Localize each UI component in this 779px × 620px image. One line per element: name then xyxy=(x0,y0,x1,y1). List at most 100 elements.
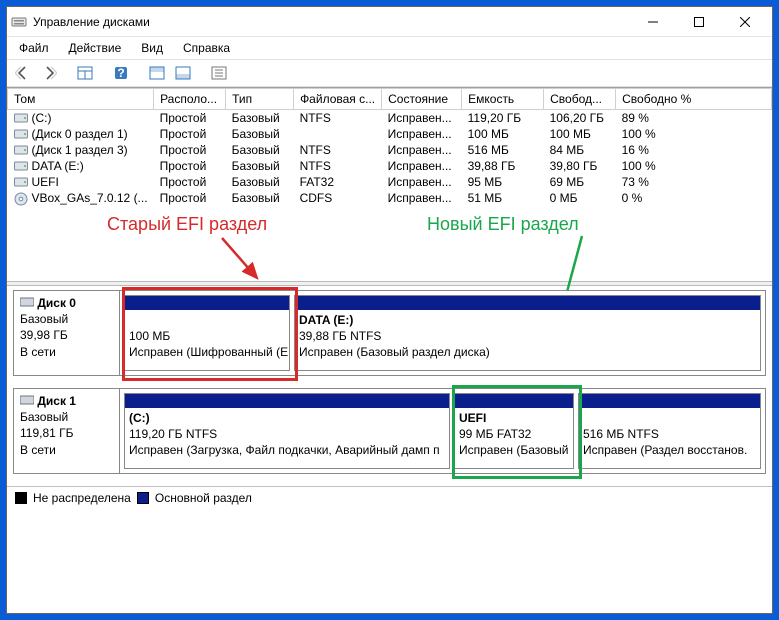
partition[interactable]: UEFI99 МБ FAT32Исправен (Базовый xyxy=(454,393,574,469)
col-status[interactable]: Состояние xyxy=(382,89,462,110)
cell-type: Базовый xyxy=(226,110,294,127)
cell-status: Исправен... xyxy=(382,126,462,142)
cell-status: Исправен... xyxy=(382,174,462,190)
cell-freepct: 73 % xyxy=(616,174,772,190)
volume-row[interactable]: UEFIПростойБазовыйFAT32Исправен...95 МБ6… xyxy=(8,174,772,190)
cell-capacity: 51 МБ xyxy=(462,190,544,206)
partition-size: 516 МБ NTFS xyxy=(583,427,659,441)
cell-capacity: 516 МБ xyxy=(462,142,544,158)
col-type[interactable]: Тип xyxy=(226,89,294,110)
volume-row[interactable]: (Диск 0 раздел 1) ПростойБазовый Исправен.… xyxy=(8,126,772,142)
cell-capacity: 95 МБ xyxy=(462,174,544,190)
partition-size: 39,88 ГБ NTFS xyxy=(299,329,381,343)
volume-name: DATA (E:) xyxy=(32,159,84,173)
volume-list[interactable]: Том Располо... Тип Файловая с... Состоян… xyxy=(7,87,772,206)
volume-row[interactable]: DATA (E:)ПростойБазовыйNTFSИсправен...39… xyxy=(8,158,772,174)
cell-capacity: 119,20 ГБ xyxy=(462,110,544,127)
view-button[interactable] xyxy=(73,62,97,84)
cell-type: Базовый xyxy=(226,126,294,142)
cell-freepct: 0 % xyxy=(616,190,772,206)
swatch-unallocated xyxy=(15,492,27,504)
partition-stripe xyxy=(125,296,289,310)
drive-icon xyxy=(14,128,28,140)
volume-name: (Диск 0 раздел 1) xyxy=(32,127,128,141)
maximize-button[interactable] xyxy=(676,7,722,37)
partition[interactable]: 516 МБ NTFS Исправен (Раздел восстанов. xyxy=(578,393,761,469)
annotation-new-efi: Новый EFI раздел xyxy=(427,214,579,235)
annotation-old-efi: Старый EFI раздел xyxy=(107,214,267,235)
disk-row: Диск 1Базовый119,81 ГБВ сети(C:)119,20 Г… xyxy=(13,388,766,474)
cell-layout: Простой xyxy=(154,190,226,206)
close-button[interactable] xyxy=(722,7,768,37)
volume-name: UEFI xyxy=(32,175,59,189)
forward-button[interactable] xyxy=(37,62,61,84)
col-free[interactable]: Свобод... xyxy=(544,89,616,110)
partition-status: Исправен (Загрузка, Файл подкачки, Авари… xyxy=(129,443,440,457)
cell-layout: Простой xyxy=(154,126,226,142)
volume-row[interactable]: (C:)ПростойБазовыйNTFSИсправен...119,20 … xyxy=(8,110,772,127)
layout-top-button[interactable] xyxy=(145,62,169,84)
col-layout[interactable]: Располо... xyxy=(154,89,226,110)
app-icon xyxy=(11,14,27,30)
cell-layout: Простой xyxy=(154,158,226,174)
legend: Не распределена Основной раздел xyxy=(7,486,772,509)
cell-free: 39,80 ГБ xyxy=(544,158,616,174)
partition-status: Исправен (Раздел восстанов. xyxy=(583,443,747,457)
col-freepct[interactable]: Свободно % xyxy=(616,89,772,110)
partition-status: Исправен (Базовый раздел диска) xyxy=(299,345,490,359)
col-capacity[interactable]: Емкость xyxy=(462,89,544,110)
partition[interactable]: 100 МБ Исправен (Шифрованный (E xyxy=(124,295,290,371)
cell-fs: CDFS xyxy=(294,190,382,206)
partition-stripe xyxy=(579,394,760,408)
col-fs[interactable]: Файловая с... xyxy=(294,89,382,110)
partition[interactable]: (C:) 119,20 ГБ NTFS Исправен (Загрузка, Фа… xyxy=(124,393,450,469)
volume-row[interactable]: VBox_GAs_7.0.12 (...ПростойБазовыйCDFSИс… xyxy=(8,190,772,206)
drive-icon xyxy=(14,176,28,188)
titlebar[interactable]: Управление дисками xyxy=(7,7,772,37)
cell-free: 69 МБ xyxy=(544,174,616,190)
cell-fs: NTFS xyxy=(294,110,382,127)
disk-type: Базовый xyxy=(20,312,68,326)
back-button[interactable] xyxy=(11,62,35,84)
disk-header[interactable]: Диск 0Базовый39,98 ГБВ сети xyxy=(14,291,120,375)
cell-freepct: 16 % xyxy=(616,142,772,158)
layout-bottom-button[interactable] xyxy=(171,62,195,84)
annotation-area: Старый EFI раздел Новый EFI раздел xyxy=(7,206,772,281)
minimize-button[interactable] xyxy=(630,7,676,37)
volume-row[interactable]: (Диск 1 раздел 3)ПростойБазовыйNTFSИспра… xyxy=(8,142,772,158)
drive-icon xyxy=(14,160,28,172)
partition-name: (C:) xyxy=(129,411,150,425)
drive-icon xyxy=(14,192,28,204)
partition-size: 100 МБ xyxy=(129,329,170,343)
menu-help[interactable]: Справка xyxy=(175,39,238,57)
partition-size: 119,20 ГБ NTFS xyxy=(129,427,217,441)
help-button[interactable]: ? xyxy=(109,62,133,84)
partition-stripe xyxy=(455,394,573,408)
partition-status: Исправен (Шифрованный (E xyxy=(129,345,288,359)
volume-name: (C:) xyxy=(32,111,52,125)
cell-capacity: 100 МБ xyxy=(462,126,544,142)
cell-free: 100 МБ xyxy=(544,126,616,142)
disk-size: 39,98 ГБ xyxy=(20,328,68,342)
cell-status: Исправен... xyxy=(382,142,462,158)
menu-view[interactable]: Вид xyxy=(133,39,171,57)
disk-icon xyxy=(20,393,34,403)
menu-file[interactable]: Файл xyxy=(11,39,57,57)
disk-row: Диск 0Базовый39,98 ГБВ сети100 МБИсправе… xyxy=(13,290,766,376)
settings-button[interactable] xyxy=(207,62,231,84)
cell-fs xyxy=(294,126,382,142)
disk-size: 119,81 ГБ xyxy=(20,426,74,440)
volume-name: VBox_GAs_7.0.12 (... xyxy=(32,191,148,205)
legend-unallocated: Не распределена xyxy=(33,491,131,505)
cell-fs: NTFS xyxy=(294,158,382,174)
cell-type: Базовый xyxy=(226,158,294,174)
col-volume[interactable]: Том xyxy=(8,89,154,110)
arrow-red-icon xyxy=(217,236,277,286)
disk-type: Базовый xyxy=(20,410,68,424)
disk-label: Диск 0 xyxy=(37,296,76,310)
drive-icon xyxy=(14,112,28,124)
disk-header[interactable]: Диск 1Базовый119,81 ГБВ сети xyxy=(14,389,120,473)
cell-layout: Простой xyxy=(154,142,226,158)
partition[interactable]: DATA (E:)39,88 ГБ NTFSИсправен (Базовый … xyxy=(294,295,761,371)
menu-action[interactable]: Действие xyxy=(61,39,130,57)
